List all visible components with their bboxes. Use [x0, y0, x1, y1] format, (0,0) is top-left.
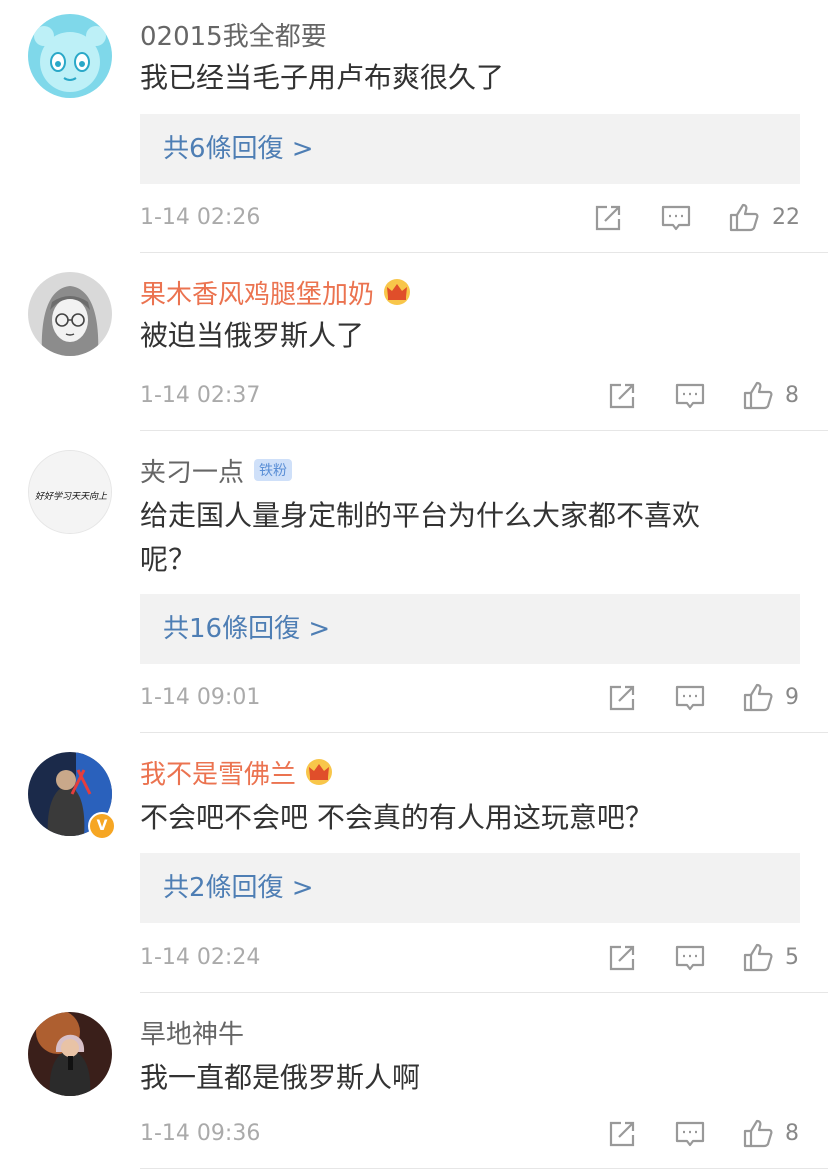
comment-text: 我已经当毛子用卢布爽很久了	[140, 61, 505, 94]
divider	[140, 732, 828, 733]
comment-time: 1-14 02:24	[140, 945, 261, 970]
share-icon[interactable]	[606, 1118, 638, 1150]
username[interactable]: 夹刁一点	[140, 452, 244, 489]
comment-time: 1-14 02:37	[140, 383, 261, 408]
verified-badge: V	[88, 812, 116, 840]
share-icon[interactable]	[592, 202, 624, 234]
avatar-calligraphy: 好好学习天天向上	[35, 491, 108, 502]
comment-icon[interactable]	[674, 380, 706, 412]
like-count: 8	[785, 1121, 799, 1146]
view-replies-link[interactable]: 共16條回復 >	[140, 594, 800, 664]
share-icon[interactable]	[606, 682, 638, 714]
comment-text: 我一直都是俄罗斯人啊	[140, 1061, 421, 1094]
fan-badge: 铁粉	[254, 459, 293, 481]
username[interactable]: 旱地神牛	[140, 1014, 244, 1051]
avatar[interactable]	[28, 272, 112, 356]
username[interactable]: 果木香风鸡腿堡加奶	[140, 274, 374, 311]
comment-meta: 1-14 09:01 9	[0, 678, 828, 718]
view-replies-link[interactable]: 共2條回復 >	[140, 853, 800, 923]
comment-time: 1-14 02:26	[140, 205, 261, 230]
divider	[140, 430, 828, 431]
comment-icon[interactable]	[660, 202, 692, 234]
username[interactable]: 我不是雪佛兰	[140, 754, 296, 791]
crown-icon	[382, 278, 412, 306]
thumbs-up-icon[interactable]	[742, 682, 774, 714]
like-count: 5	[785, 945, 799, 970]
like-count: 22	[772, 205, 800, 230]
comment-meta: 1-14 02:26 22	[0, 198, 828, 238]
comment-text: 不会吧不会吧 不会真的有人用这玩意吧？	[140, 801, 653, 834]
thumbs-up-icon[interactable]	[742, 1118, 774, 1150]
username-row: 旱地神牛	[140, 1014, 244, 1050]
comment-time: 1-14 09:01	[140, 685, 261, 710]
thumbs-up-icon[interactable]	[742, 942, 774, 974]
share-icon[interactable]	[606, 942, 638, 974]
comment-time: 1-14 09:36	[140, 1121, 261, 1146]
avatar[interactable]	[28, 14, 112, 98]
comment-meta: 1-14 09:36 8	[0, 1114, 828, 1154]
comment-meta: 1-14 02:24 5	[0, 938, 828, 978]
like-count: 8	[785, 383, 799, 408]
avatar[interactable]: 好好学习天天向上	[28, 450, 112, 534]
comment-text: 被迫当俄罗斯人了	[140, 319, 365, 352]
divider	[140, 1168, 828, 1169]
comment-text-line: 给走国人量身定制的平台为什么大家都不喜欢	[140, 499, 701, 532]
thumbs-up-icon[interactable]	[742, 380, 774, 412]
share-icon[interactable]	[606, 380, 638, 412]
crown-icon	[304, 758, 334, 786]
comment-icon[interactable]	[674, 1118, 706, 1150]
comment-meta: 1-14 02:37 8	[0, 376, 828, 416]
comment-text: 给走国人量身定制的平台为什么大家都不喜欢 呢？	[140, 494, 800, 582]
view-replies-link[interactable]: 共6條回復 >	[140, 114, 800, 184]
thumbs-up-icon[interactable]	[728, 202, 760, 234]
divider	[140, 992, 828, 993]
username-row: 02015我全都要	[140, 16, 327, 52]
comment-icon[interactable]	[674, 942, 706, 974]
avatar[interactable]	[28, 1012, 112, 1096]
username-row: 夹刁一点 铁粉	[140, 452, 293, 489]
comment-icon[interactable]	[674, 682, 706, 714]
username-row: 我不是雪佛兰	[140, 754, 334, 790]
divider	[140, 252, 828, 253]
username-row: 果木香风鸡腿堡加奶	[140, 274, 412, 310]
username[interactable]: 02015我全都要	[140, 16, 327, 53]
comment-text-line: 呢？	[140, 543, 197, 576]
like-count: 9	[785, 685, 799, 710]
